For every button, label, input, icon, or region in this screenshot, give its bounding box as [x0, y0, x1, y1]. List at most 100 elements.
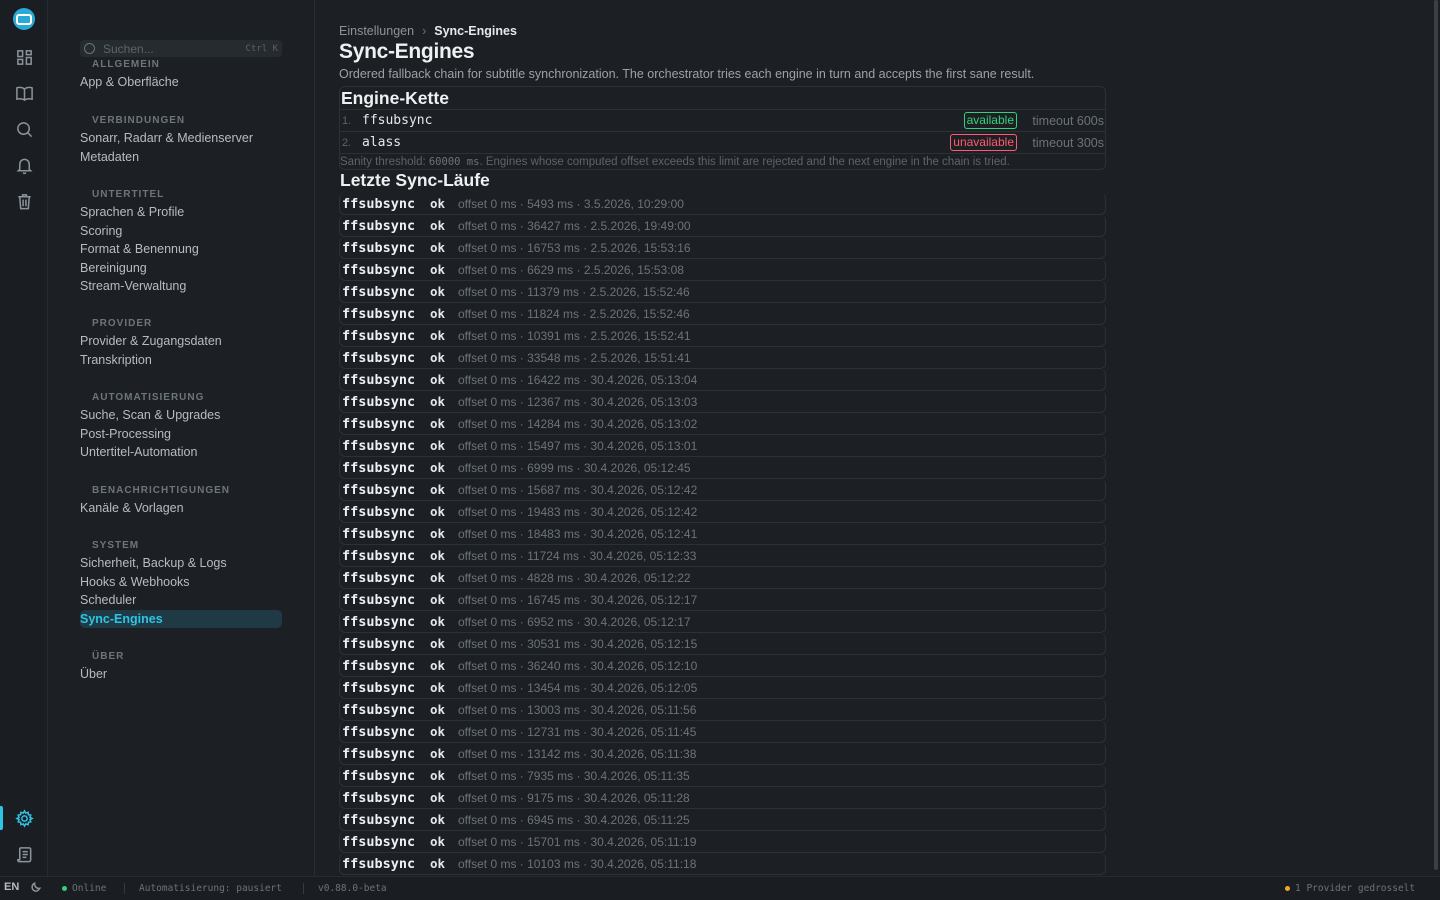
nav-item[interactable]: Kanäle & Vorlagen	[80, 499, 282, 518]
search-icon[interactable]	[12, 117, 36, 141]
sync-run-row[interactable]: ffsubsync ok offset 0 ms · 15701 ms · 30.4…	[339, 831, 1106, 853]
run-status: ok	[430, 416, 446, 431]
run-status: ok	[430, 768, 446, 783]
nav-item[interactable]: Sync-Engines	[80, 609, 282, 628]
sync-run-row[interactable]: ffsubsync ok offset 0 ms · 15497 ms · 30.4…	[339, 435, 1106, 457]
theme-toggle-moon-icon[interactable]	[30, 880, 43, 893]
nav-item[interactable]: Suche, Scan & Upgrades	[80, 406, 282, 425]
run-engine: ffsubsync	[342, 767, 416, 784]
sync-run-row[interactable]: ffsubsync ok offset 0 ms · 30531 ms · 30.4…	[339, 633, 1106, 655]
sync-run-row[interactable]: ffsubsync ok offset 0 ms · 19483 ms · 30.4…	[339, 501, 1106, 523]
run-status: ok	[430, 548, 446, 563]
trash-icon[interactable]	[12, 189, 36, 213]
run-meta: offset 0 ms · 15687 ms · 30.4.2026, 05:1…	[458, 482, 698, 497]
automation-status[interactable]: Automatisierung: pausiert	[139, 883, 282, 894]
sync-run-row[interactable]: ffsubsync ok offset 0 ms · 9175 ms · 30.4.…	[339, 787, 1106, 809]
nav-item[interactable]: Scheduler	[80, 591, 282, 610]
breadcrumb-current: Sync-Engines	[434, 24, 517, 38]
sync-run-row[interactable]: ffsubsync ok offset 0 ms · 11824 ms · 2.5.…	[339, 303, 1106, 325]
sync-run-row[interactable]: ffsubsync ok offset 0 ms · 12367 ms · 30.4…	[339, 391, 1106, 413]
run-status: ok	[430, 306, 446, 321]
scrollbar[interactable]	[1432, 0, 1438, 876]
sync-run-row[interactable]: ffsubsync ok offset 0 ms · 15687 ms · 30.4…	[339, 479, 1106, 501]
online-dot-icon	[62, 886, 67, 891]
nav-item[interactable]: Sonarr, Radarr & Medienserver	[80, 129, 282, 148]
sync-run-row[interactable]: ffsubsync ok offset 0 ms · 6629 ms · 2.5.2…	[339, 259, 1106, 281]
sync-run-row[interactable]: ffsubsync ok offset 0 ms · 14284 ms · 30.4…	[339, 413, 1106, 435]
scrollbar-thumb[interactable]	[1434, 0, 1438, 870]
sync-run-row[interactable]: ffsubsync ok offset 0 ms · 33548 ms · 2.5.…	[339, 347, 1106, 369]
run-meta: offset 0 ms · 11824 ms · 2.5.2026, 15:52…	[458, 306, 690, 321]
run-status: ok	[430, 790, 446, 805]
run-meta: offset 0 ms · 11724 ms · 30.4.2026, 05:1…	[458, 548, 697, 563]
run-meta: offset 0 ms · 15701 ms · 30.4.2026, 05:1…	[458, 834, 697, 849]
bell-icon[interactable]	[12, 153, 36, 177]
sync-run-row[interactable]: ffsubsync ok offset 0 ms · 6945 ms · 30.4.…	[339, 809, 1106, 831]
dashboard-icon[interactable]	[12, 45, 36, 69]
run-status: ok	[430, 746, 446, 761]
warning-dot-icon	[1285, 886, 1290, 891]
library-icon[interactable]	[12, 81, 36, 105]
nav-item[interactable]: Scoring	[80, 222, 282, 241]
nav-item[interactable]: Metadaten	[80, 148, 282, 167]
gear-icon[interactable]	[12, 806, 36, 830]
nav-item[interactable]: Bereinigung	[80, 259, 282, 278]
run-status: ok	[430, 614, 446, 629]
nav-group-title: BENACHRICHTIGUNGEN	[92, 485, 230, 496]
run-meta: offset 0 ms · 10103 ms · 30.4.2026, 05:1…	[458, 856, 697, 871]
sync-run-row[interactable]: ffsubsync ok offset 0 ms · 11724 ms · 30.4…	[339, 545, 1106, 567]
search-input[interactable]	[103, 41, 233, 56]
sync-run-row[interactable]: ffsubsync ok offset 0 ms · 5493 ms · 3.5.2…	[339, 193, 1106, 215]
engine-status-badge: unavailable	[950, 134, 1017, 151]
search-box[interactable]: Ctrl K	[80, 40, 282, 57]
run-status: ok	[430, 504, 446, 519]
run-engine: ffsubsync	[342, 239, 416, 256]
nav-item[interactable]: Sprachen & Profile	[80, 203, 282, 222]
run-engine: ffsubsync	[342, 459, 416, 476]
nav-item[interactable]: Post-Processing	[80, 425, 282, 444]
sync-run-row[interactable]: ffsubsync ok offset 0 ms · 16422 ms · 30.4…	[339, 369, 1106, 391]
sync-run-row[interactable]: ffsubsync ok offset 0 ms · 6999 ms · 30.4.…	[339, 457, 1106, 479]
nav-item[interactable]: Provider & Zugangsdaten	[80, 332, 282, 351]
sync-run-row[interactable]: ffsubsync ok offset 0 ms · 13003 ms · 30.4…	[339, 699, 1106, 721]
logs-icon[interactable]	[12, 842, 36, 866]
sync-run-row[interactable]: ffsubsync ok offset 0 ms · 12731 ms · 30.4…	[339, 721, 1106, 743]
nav-group-title: VERBINDUNGEN	[92, 115, 186, 126]
run-meta: offset 0 ms · 6629 ms · 2.5.2026, 15:53:…	[458, 262, 684, 277]
sync-run-row[interactable]: ffsubsync ok offset 0 ms · 13454 ms · 30.4…	[339, 677, 1106, 699]
provider-throttle-status[interactable]: 1 Provider gedrosselt	[1285, 883, 1415, 894]
run-meta: offset 0 ms · 36427 ms · 2.5.2026, 19:49…	[458, 218, 691, 233]
nav-group: UNTERTITEL Sprachen & Profile Scoring Forma…	[80, 187, 282, 296]
nav-group-title: PROVIDER	[92, 318, 153, 329]
sync-run-row[interactable]: ffsubsync ok offset 0 ms · 36427 ms · 2.5.…	[339, 215, 1106, 237]
sync-run-row[interactable]: ffsubsync ok offset 0 ms · 36240 ms · 30.4…	[339, 655, 1106, 677]
run-engine: ffsubsync	[342, 393, 416, 410]
run-engine: ffsubsync	[342, 613, 416, 630]
run-status: ok	[430, 350, 446, 365]
sync-run-row[interactable]: ffsubsync ok offset 0 ms · 7935 ms · 30.4.…	[339, 765, 1106, 787]
run-engine: ffsubsync	[342, 569, 416, 586]
sync-run-row[interactable]: ffsubsync ok offset 0 ms · 13142 ms · 30.4…	[339, 743, 1106, 765]
app-logo-icon[interactable]	[13, 8, 35, 30]
engine-row[interactable]: 1. ffsubsync available timeout 600s	[340, 109, 1105, 131]
nav-item[interactable]: App & Oberfläche	[80, 73, 282, 92]
sync-run-row[interactable]: ffsubsync ok offset 0 ms · 4828 ms · 30.4.…	[339, 567, 1106, 589]
breadcrumb-parent[interactable]: Einstellungen	[339, 24, 414, 38]
nav-item[interactable]: Transkription	[80, 351, 282, 370]
nav-item[interactable]: Über	[80, 665, 282, 684]
nav-item[interactable]: Hooks & Webhooks	[80, 573, 282, 592]
sync-run-row[interactable]: ffsubsync ok offset 0 ms · 16745 ms · 30.4…	[339, 589, 1106, 611]
nav-item[interactable]: Sicherheit, Backup & Logs	[80, 554, 282, 573]
language-toggle[interactable]: EN	[4, 881, 19, 893]
sync-run-row[interactable]: ffsubsync ok offset 0 ms · 6952 ms · 30.4.…	[339, 611, 1106, 633]
sync-run-row[interactable]: ffsubsync ok offset 0 ms · 11379 ms · 2.5.…	[339, 281, 1106, 303]
nav-item[interactable]: Stream-Verwaltung	[80, 277, 282, 296]
nav-item[interactable]: Untertitel-Automation	[80, 443, 282, 462]
engine-row[interactable]: 2. alass unavailable timeout 300s	[340, 131, 1105, 153]
sync-run-row[interactable]: ffsubsync ok offset 0 ms · 10391 ms · 2.5.…	[339, 325, 1106, 347]
engine-timeout: timeout 600s	[1032, 113, 1104, 128]
nav-item[interactable]: Format & Benennung	[80, 240, 282, 259]
sync-run-row[interactable]: ffsubsync ok offset 0 ms · 16753 ms · 2.5.…	[339, 237, 1106, 259]
sync-run-row[interactable]: ffsubsync ok offset 0 ms · 10103 ms · 30.4…	[339, 853, 1106, 875]
sync-run-row[interactable]: ffsubsync ok offset 0 ms · 18483 ms · 30.4…	[339, 523, 1106, 545]
